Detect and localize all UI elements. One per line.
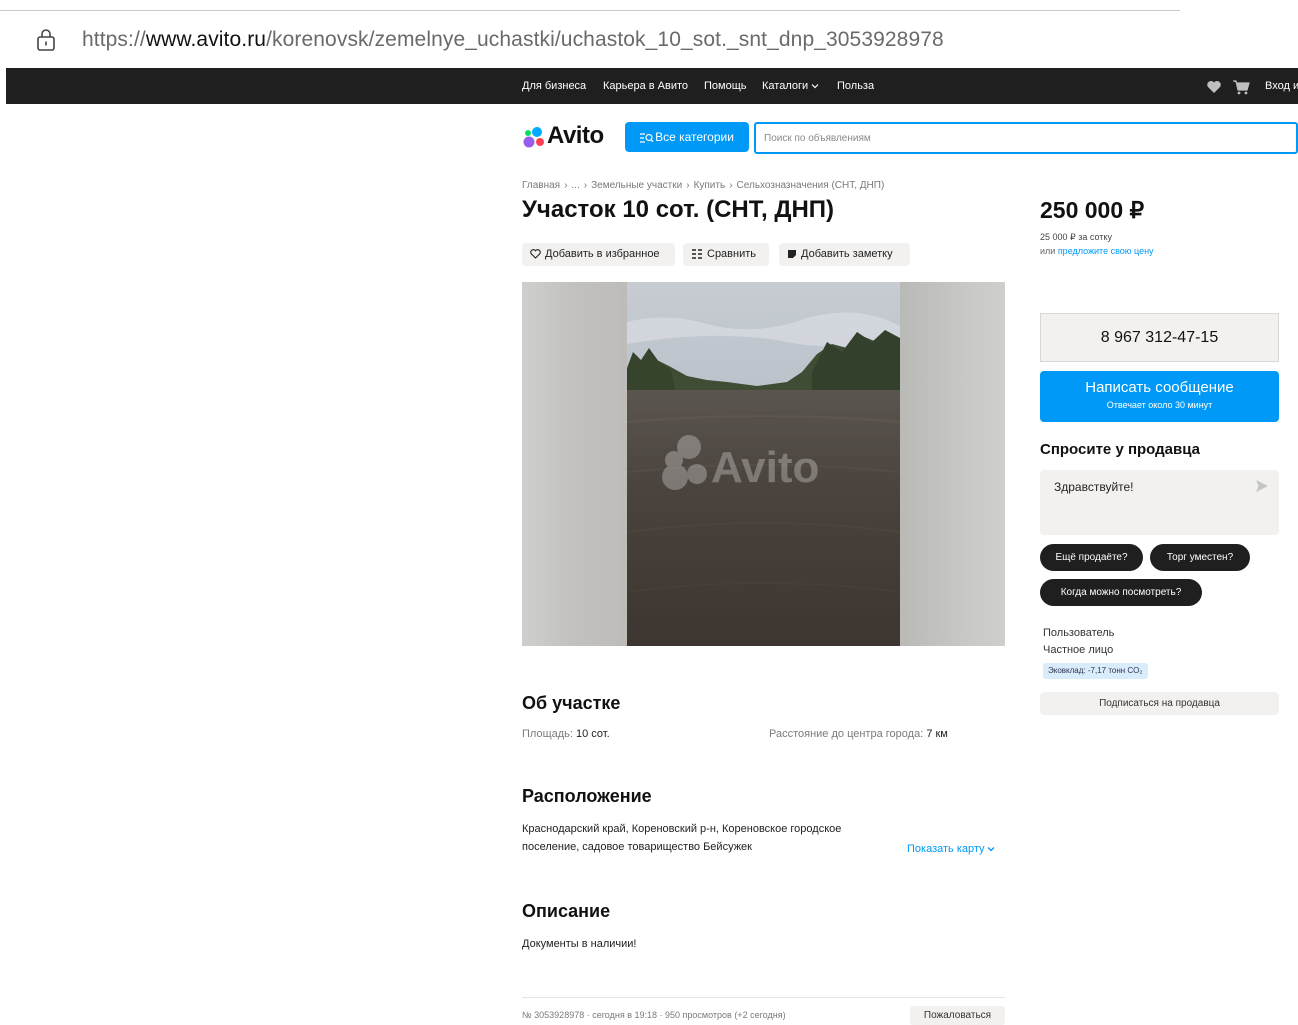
compare-button[interactable]: Сравнить (683, 243, 769, 266)
all-categories-button[interactable]: Все категории (625, 122, 749, 152)
breadcrumb-separator: › (729, 180, 733, 191)
nav-link-help[interactable]: Помощь (704, 80, 747, 92)
add-to-favorites-label: Добавить в избранное (545, 248, 660, 260)
ask-seller-box: Здравствуйте! (1040, 470, 1279, 535)
ask-seller-input[interactable]: Здравствуйте! (1052, 478, 1246, 530)
url-scheme: https:// (82, 28, 146, 51)
distance-value: 7 км (926, 728, 948, 740)
distance-row: Расстояние до центра города: 7 км (769, 728, 948, 740)
breadcrumb-separator: › (686, 180, 690, 191)
breadcrumb-ellipsis[interactable]: ... (571, 180, 579, 191)
response-time: Отвечает около 30 минут (1106, 400, 1213, 410)
avito-logo-text: Avito (547, 122, 604, 149)
search-box (754, 122, 1298, 154)
breadcrumb: Главная ›... › Земельные участки › Купить › Сел… (522, 180, 884, 191)
gallery-blur-left (522, 282, 627, 646)
breadcrumb-separator: › (564, 180, 568, 191)
nav-link-business[interactable]: Для бизнеса (522, 80, 586, 92)
ask-seller-heading: Спросите у продавца (1040, 441, 1200, 458)
listing-photo[interactable]: Avito (627, 282, 900, 646)
seller-role[interactable]: Пользователь (1043, 627, 1114, 639)
search-input[interactable] (756, 124, 1284, 152)
address-line-2: поселение, садовое товарищество Бейсужек (522, 841, 752, 853)
about-heading: Об участке (522, 693, 621, 713)
offer-price-link[interactable]: предложите свою цену (1058, 246, 1154, 256)
distance-label: Расстояние до центра города: (769, 728, 924, 740)
gallery-blur-right (900, 282, 1005, 646)
nav-link-career[interactable]: Карьера в Авито (603, 80, 688, 92)
avito-dots-icon (523, 127, 544, 148)
subscribe-seller-button[interactable]: Подписаться на продавца (1040, 692, 1279, 715)
nav-link-catalogs-label: Каталоги (762, 80, 809, 92)
breadcrumb-buy[interactable]: Купить (694, 180, 726, 191)
login-link[interactable]: Вход и (1265, 80, 1298, 92)
note-icon (788, 250, 796, 259)
url-text[interactable]: https://www.avito.ru/korenovsk/zemelnye_… (82, 28, 944, 52)
area-row: Площадь: 10 сот. (522, 728, 610, 740)
nav-link-benefit[interactable]: Польза (837, 80, 874, 92)
compare-icon (692, 249, 702, 259)
chevron-down-icon (811, 84, 819, 89)
chevron-down-icon (987, 847, 994, 852)
breadcrumb-agri[interactable]: Сельхозназначения (СНТ, ДНП) (737, 180, 885, 191)
breadcrumb-separator: › (583, 180, 588, 191)
url-host: www.avito.ru (145, 28, 267, 51)
lock-icon[interactable] (36, 29, 56, 51)
area-value: 10 сот. (576, 728, 610, 740)
add-note-button[interactable]: Добавить заметку (779, 243, 910, 266)
location-heading: Расположение (522, 786, 652, 806)
offer-price-row: или предложите свою цену (1040, 246, 1154, 256)
address-line-1: Краснодарский край, Кореновский р-н, Кор… (522, 823, 842, 835)
description-text: Документы в наличии! (522, 938, 637, 950)
offer-prefix: или (1040, 246, 1058, 256)
eco-badge[interactable]: Эковклад: -7,17 тонн CO₂ (1043, 663, 1148, 679)
cart-icon[interactable] (1232, 79, 1250, 95)
all-categories-label: Все категории (655, 130, 734, 144)
photo-gallery[interactable]: Avito (522, 282, 1005, 646)
write-message-button[interactable]: Написать сообщение Отвечает около 30 мин… (1040, 371, 1279, 422)
price-per-sotka: 25 000 ₽ за сотку (1040, 232, 1112, 242)
breadcrumb-land[interactable]: Земельные участки (591, 180, 682, 191)
menu-search-icon (640, 133, 654, 143)
quick-question-still-selling[interactable]: Ещё продаёте? (1040, 544, 1143, 571)
photo-watermark: Avito (711, 443, 819, 492)
send-icon[interactable] (1255, 479, 1269, 493)
quick-question-bargain[interactable]: Торг уместен? (1150, 544, 1250, 571)
seller-type: Частное лицо (1043, 644, 1114, 656)
heart-outline-icon (530, 249, 541, 259)
price: 250 000 ₽ (1040, 197, 1145, 223)
show-map-link[interactable]: Показать карту (907, 843, 995, 855)
page-title: Участок 10 сот. (СНТ, ДНП) (522, 196, 835, 223)
write-message-label: Написать сообщение (1085, 379, 1234, 396)
heart-icon[interactable] (1206, 80, 1222, 94)
nav-link-catalogs[interactable]: Каталоги (762, 80, 819, 92)
description-heading: Описание (522, 901, 611, 921)
divider (522, 997, 1005, 998)
compare-label: Сравнить (707, 248, 757, 260)
browser-divider (0, 10, 1180, 11)
complain-button[interactable]: Пожаловаться (910, 1006, 1005, 1025)
url-path: /korenovsk/zemelnye_uchastki/uchastok_10… (266, 28, 944, 51)
add-to-favorites-button[interactable]: Добавить в избранное (522, 243, 675, 266)
listing-meta: № 3053928978 · сегодня в 19:18 · 950 про… (522, 1010, 786, 1020)
area-label: Площадь: (522, 728, 573, 740)
breadcrumb-home[interactable]: Главная (522, 180, 560, 191)
add-note-label: Добавить заметку (801, 248, 893, 260)
quick-question-viewing[interactable]: Когда можно посмотреть? (1040, 579, 1202, 606)
phone-button[interactable]: 8 967 312-47-15 (1040, 313, 1279, 362)
show-map-label: Показать карту (907, 843, 985, 855)
